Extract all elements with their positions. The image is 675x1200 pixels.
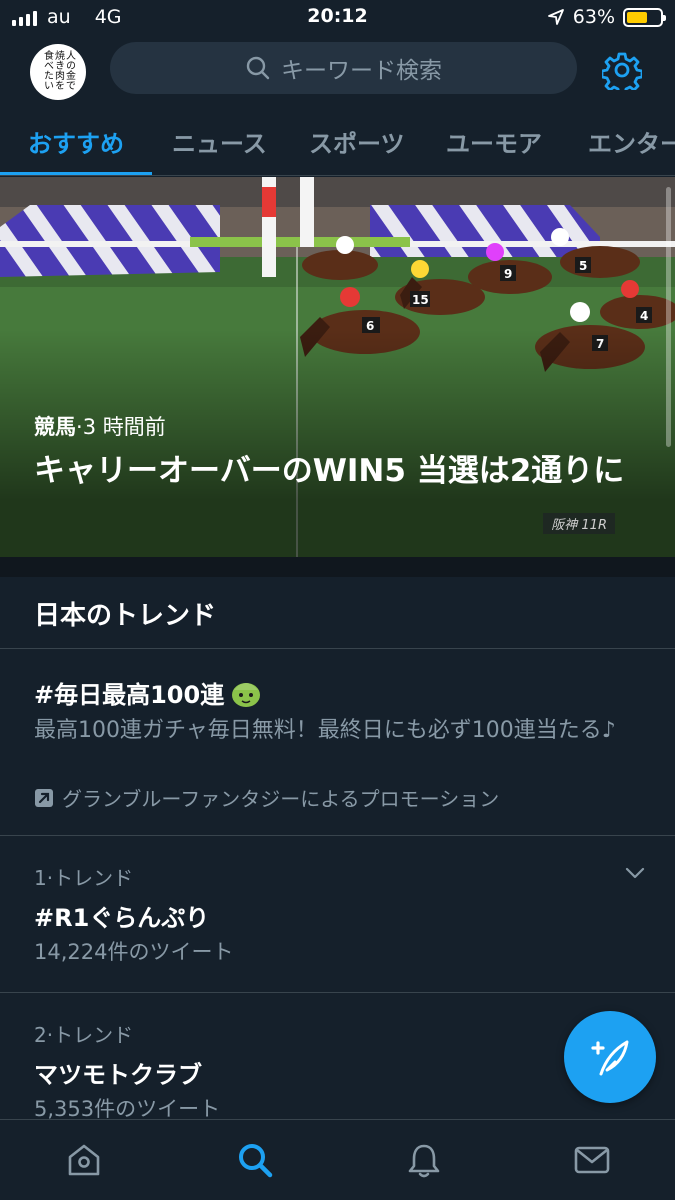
hero-broadcast-caption: 阪神 11R <box>543 513 615 534</box>
notifications-icon[interactable] <box>404 1140 444 1180</box>
header: 人の金で焼き肉を食べたい キーワード検索 <box>0 36 675 106</box>
tab-indicator <box>0 172 152 175</box>
tab-recommended[interactable]: おすすめ <box>28 124 124 159</box>
hero-scroll-indicator <box>666 187 671 447</box>
hero-separator: · <box>76 415 83 439</box>
trend-rank: 1·トレンド <box>34 866 134 890</box>
trend-name: #R1ぐらんぷり <box>34 904 210 932</box>
hero-category: 競馬 <box>34 415 76 439</box>
explore-screen: au 4G 20:12 63% 人の金で焼き肉を食べたい キーワード検索 おすす… <box>0 0 675 1200</box>
messages-icon[interactable] <box>572 1140 612 1180</box>
home-icon[interactable] <box>64 1140 104 1180</box>
hero-time: 3 時間前 <box>82 415 166 439</box>
trend-rank: 2·トレンド <box>34 1023 134 1047</box>
trend-tweet-count: 14,224件のツイート <box>34 940 234 964</box>
promo-title: #毎日最高100連 <box>34 681 225 709</box>
category-tabs: おすすめ ニュース スポーツ ユーモア エンター <box>0 106 675 176</box>
trend-name: マツモトクラブ <box>34 1061 202 1089</box>
tab-sports[interactable]: スポーツ <box>309 124 405 159</box>
trend-item[interactable]: 1·トレンド #R1ぐらんぷり 14,224件のツイート <box>0 836 675 993</box>
trends-header: 日本のトレンド <box>0 577 675 649</box>
promoted-by: グランブルーファンタジーによるプロモーション <box>34 783 499 812</box>
compose-tweet-button[interactable] <box>564 1011 656 1103</box>
hero-gradient <box>0 177 675 557</box>
chevron-down-icon[interactable] <box>625 866 645 880</box>
tab-news[interactable]: ニュース <box>172 124 267 159</box>
search-icon <box>246 56 270 80</box>
promoted-trend[interactable]: #毎日最高100連 最高100連ガチャ毎日無料！最終日にも必ず100連当たる♪ … <box>0 649 675 836</box>
promoted-by-label: グランブルーファンタジーによるプロモーション <box>62 787 500 811</box>
battery-fill <box>627 11 648 23</box>
trends-heading: 日本のトレンド <box>34 601 217 631</box>
bottom-nav <box>0 1119 675 1200</box>
tab-humor[interactable]: ユーモア <box>446 124 542 159</box>
hero-title: キャリーオーバーのWIN5 当選は2通りに <box>34 453 625 489</box>
hero-meta: 競馬·3 時間前 <box>34 411 166 441</box>
search-icon[interactable] <box>235 1140 275 1180</box>
search-input[interactable]: キーワード検索 <box>110 42 577 94</box>
avatar[interactable]: 人の金で焼き肉を食べたい <box>30 44 86 100</box>
search-placeholder: キーワード検索 <box>281 58 442 84</box>
promoted-icon <box>35 788 53 807</box>
section-gap <box>0 557 675 577</box>
status-bar: au 4G 20:12 63% <box>0 0 675 36</box>
promo-description: 最高100連ガチャ毎日無料！最終日にも必ず100連当たる♪ <box>34 718 616 743</box>
gear-icon[interactable] <box>602 50 642 90</box>
promo-title-row: #毎日最高100連 <box>34 675 262 710</box>
tab-entertainment[interactable]: エンター <box>588 124 675 159</box>
compose-feather-icon <box>591 1040 629 1076</box>
battery-percent: 63% <box>572 6 615 28</box>
hero-card[interactable]: 6 15 9 7 4 5 阪神 11R 競馬·3 時間前 キャリーオーバーのWI… <box>0 177 675 557</box>
location-arrow-icon <box>547 9 564 25</box>
avatar-text: 人の金で焼き肉を食べたい <box>41 50 75 90</box>
status-right: 63% <box>547 6 666 28</box>
mascot-emoji-icon <box>232 682 261 707</box>
battery-icon <box>623 7 666 27</box>
